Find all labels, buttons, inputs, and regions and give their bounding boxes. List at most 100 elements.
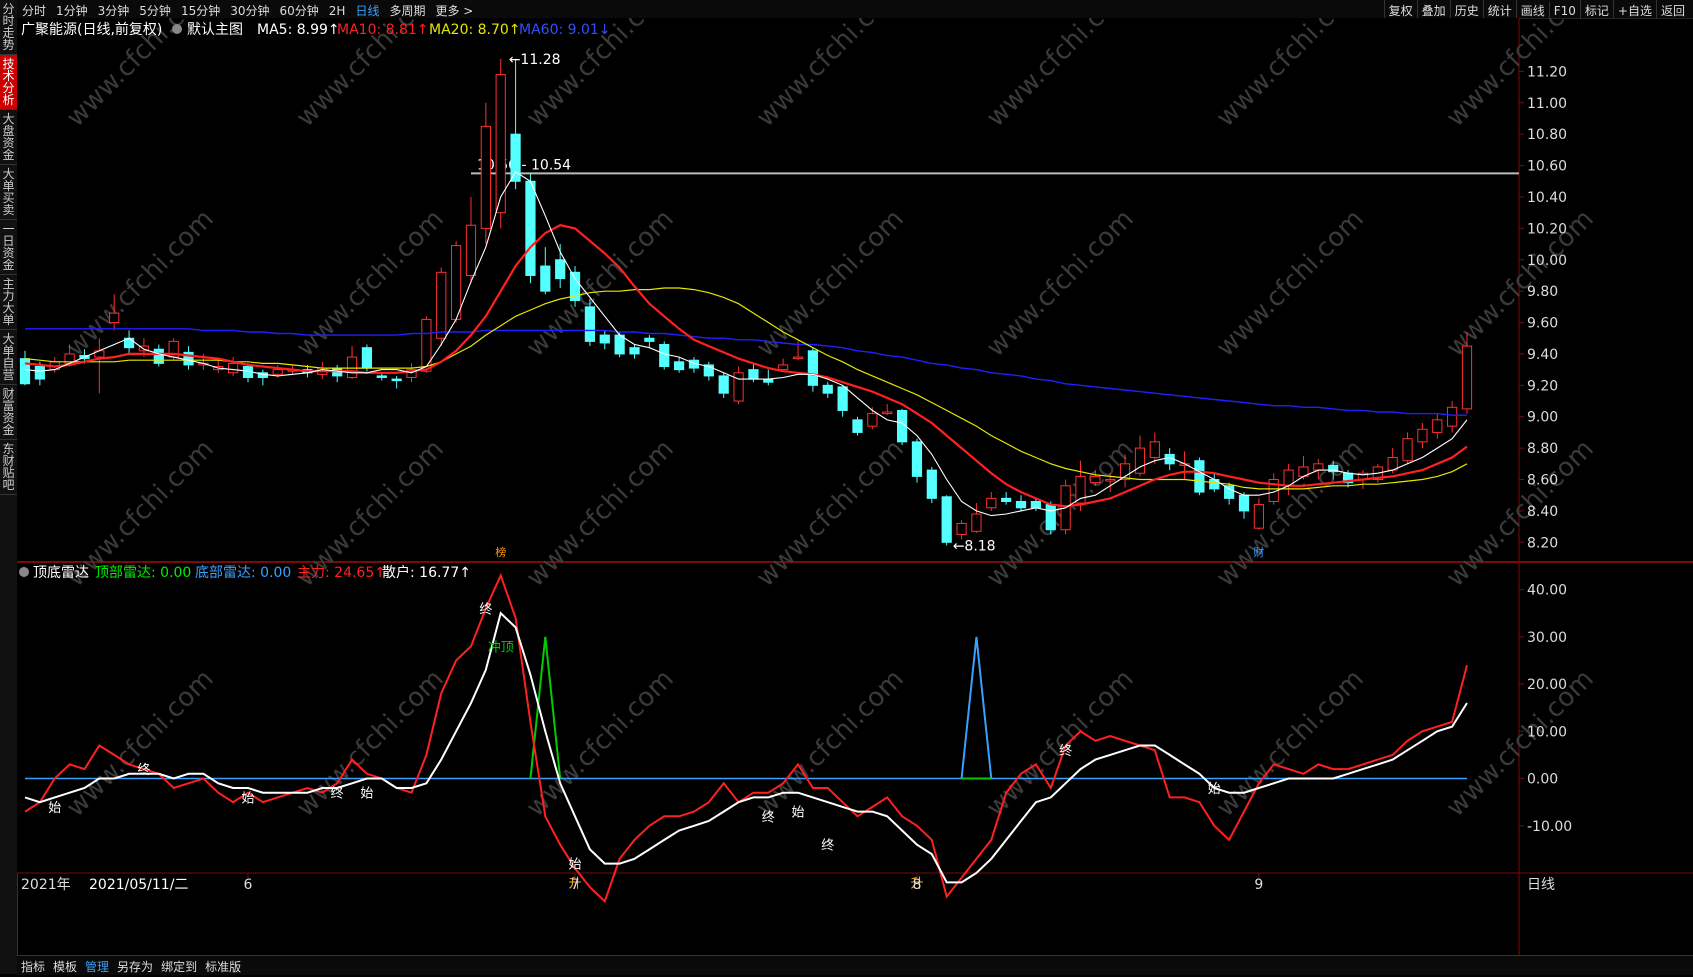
price-tick-label: 11.20 <box>1527 64 1567 80</box>
period-tab-8[interactable]: 日线 <box>350 0 384 19</box>
tool-button-7[interactable]: +自选 <box>1612 0 1656 19</box>
candle-body <box>926 469 937 499</box>
indicator-signal-label: 终 <box>137 762 150 778</box>
candle-body <box>837 386 848 411</box>
bottom-radar-legend: 底部雷达: 0.00 <box>195 565 291 581</box>
period-tab-6[interactable]: 60分钟 <box>275 0 324 19</box>
tool-button-5[interactable]: F10 <box>1548 2 1580 18</box>
indicator-signal-label: 始 <box>569 858 582 873</box>
indicator-tick-label: 40.00 <box>1527 583 1567 599</box>
price-tick-label: 8.60 <box>1527 473 1558 489</box>
left-tab-0[interactable]: 分时走势 <box>0 0 17 55</box>
candle-body <box>718 375 729 394</box>
left-tab-1[interactable]: 技术分析 <box>0 55 17 110</box>
tool-button-0[interactable]: 复权 <box>1383 0 1417 19</box>
tool-button-1[interactable]: 叠加 <box>1416 0 1450 19</box>
low-price-label: ←8.18 <box>953 538 996 554</box>
indicator-dropdown-icon[interactable] <box>19 567 29 577</box>
candle-body <box>525 180 536 276</box>
price-tick-label: 9.60 <box>1527 316 1558 332</box>
price-tick-label: 9.00 <box>1527 410 1558 426</box>
dropdown-icon[interactable] <box>172 24 182 34</box>
period-tab-5[interactable]: 30分钟 <box>225 0 274 19</box>
candle-body <box>1253 504 1264 529</box>
tool-button-8[interactable]: 返回 <box>1655 0 1689 19</box>
price-tick-label: 10.60 <box>1527 159 1567 175</box>
indicator-tick-label: 30.00 <box>1527 630 1567 646</box>
candle-body <box>986 497 997 509</box>
x-axis-month: 7 <box>571 877 580 893</box>
price-tick-label: 10.20 <box>1527 221 1567 237</box>
ma20-legend: MA20: 8.70↑ <box>429 22 521 38</box>
price-tick-label: 8.80 <box>1527 441 1558 457</box>
candle-body <box>733 372 744 402</box>
candle-body <box>1149 441 1160 459</box>
period-tab-3[interactable]: 5分钟 <box>134 0 176 19</box>
candle-body <box>346 356 358 378</box>
candle-body <box>1030 500 1041 509</box>
candle-body <box>1001 497 1012 502</box>
indicator-signal-label: 冲顶 <box>488 640 514 655</box>
high-price-label: ←11.28 <box>509 52 561 68</box>
candle-body <box>629 347 640 355</box>
period-tab-0[interactable]: 分时 <box>17 0 51 19</box>
tool-button-3[interactable]: 统计 <box>1482 0 1516 19</box>
left-tab-5[interactable]: 主力大单 <box>0 275 17 330</box>
indicator-tick-label: -10.00 <box>1527 819 1572 835</box>
indicator-tick-label: 10.00 <box>1527 724 1567 740</box>
candle-body <box>956 522 967 535</box>
x-axis-year: 2021年 <box>21 877 71 893</box>
candle-body <box>1447 406 1458 427</box>
period-tab-4[interactable]: 15分钟 <box>176 0 225 19</box>
price-tick-label: 8.20 <box>1527 535 1558 551</box>
candle-body <box>1045 504 1056 531</box>
candle-body <box>748 369 759 380</box>
period-tab-10[interactable]: 更多 > <box>430 0 478 19</box>
event-marker: 财 <box>1253 545 1264 559</box>
tool-button-6[interactable]: 标记 <box>1579 0 1613 19</box>
indicator-signal-label: 始 <box>792 806 805 821</box>
candle-body <box>1194 460 1205 493</box>
price-tick-label: 9.40 <box>1527 347 1558 363</box>
left-tab-2[interactable]: 大盘资金 <box>0 110 17 165</box>
left-tab-7[interactable]: 财富资金 <box>0 385 17 440</box>
indicator-signal-label: 终 <box>331 786 344 802</box>
candle-body <box>109 312 120 324</box>
stock-title: 广聚能源(日线,前复权) <box>21 21 162 38</box>
price-tick-label: 9.20 <box>1527 378 1558 394</box>
candle-body <box>421 318 432 372</box>
ma5-legend: MA5: 8.99↑ <box>257 22 340 38</box>
price-tick-label: 10.40 <box>1527 190 1567 206</box>
stock-chart[interactable]: www.cfchi.comwww.cfchi.com www.cfchi.com w… <box>17 18 1693 955</box>
tool-button-4[interactable]: 画线 <box>1515 0 1549 19</box>
candle-body <box>882 411 893 415</box>
left-tab-8[interactable]: 东财贴吧 <box>0 440 17 495</box>
tool-button-2[interactable]: 历史 <box>1449 0 1483 19</box>
candle-body <box>792 356 804 360</box>
candle-body <box>1090 475 1101 484</box>
x-axis-cursor-date: 2021/05/11/二 <box>89 877 188 893</box>
candle-body <box>1238 494 1250 512</box>
candle-body <box>911 441 923 477</box>
period-tab-9[interactable]: 多周期 <box>384 0 430 19</box>
candle-body <box>614 334 625 355</box>
period-tab-1[interactable]: 1分钟 <box>51 0 93 19</box>
candle-body <box>971 513 982 532</box>
candle-body <box>1402 438 1413 462</box>
candle-body <box>1461 345 1473 410</box>
candle-body <box>153 348 164 364</box>
candle-body <box>555 259 566 280</box>
left-tab-3[interactable]: 大单买卖 <box>0 165 17 220</box>
period-tab-7[interactable]: 2H <box>324 2 351 18</box>
price-tick-label: 10.00 <box>1527 253 1567 269</box>
main-force-legend: 主力: 24.65↑ <box>297 565 386 581</box>
candle-body <box>436 271 447 339</box>
candle-body <box>34 365 45 380</box>
candle-body <box>272 369 283 375</box>
left-tab-6[interactable]: 大单自营 <box>0 330 17 385</box>
candle-body <box>584 306 596 342</box>
candle-body <box>599 334 610 344</box>
candle-body <box>1224 485 1235 499</box>
period-tab-2[interactable]: 3分钟 <box>93 0 135 19</box>
left-tab-4[interactable]: 一日资金 <box>0 220 17 275</box>
